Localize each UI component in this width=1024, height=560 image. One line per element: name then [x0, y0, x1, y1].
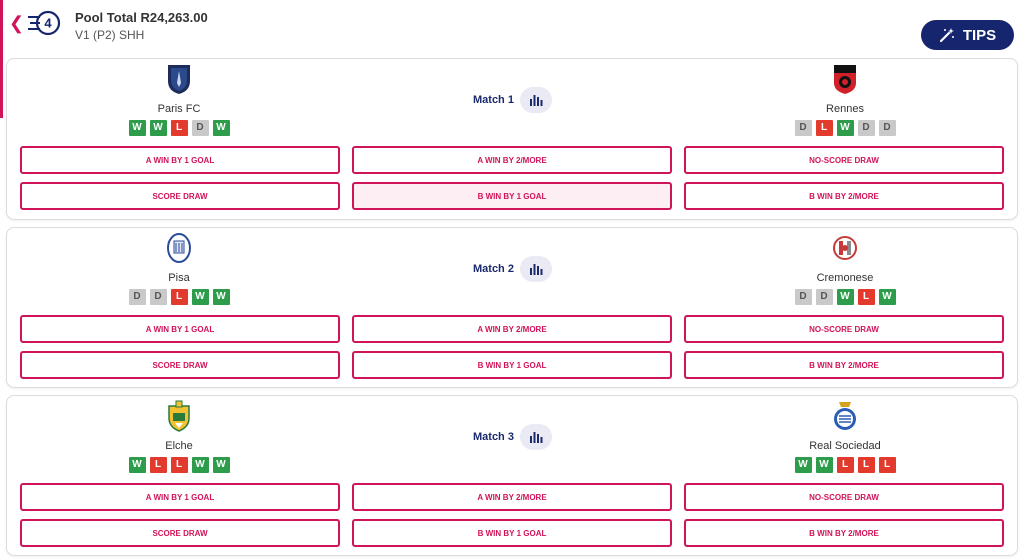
form-result-badge: L	[170, 120, 188, 136]
option-b-win-by-1[interactable]: B WIN BY 1 GOAL	[352, 519, 672, 547]
option-a-win-by-1[interactable]: A WIN BY 1 GOAL	[20, 483, 340, 511]
team-name: Paris FC	[157, 103, 201, 115]
tips-button[interactable]: TIPS	[921, 20, 1014, 50]
team-a: Elche WLLWW	[99, 400, 259, 473]
form-result-badge: D	[191, 120, 209, 136]
option-b-win-by-2-more[interactable]: B WIN BY 2/MORE	[684, 182, 1004, 210]
form-result-badge: W	[836, 289, 854, 305]
form-result-badge: W	[128, 457, 146, 473]
option-score-draw[interactable]: SCORE DRAW	[20, 182, 340, 210]
form-result-badge: W	[212, 457, 230, 473]
team-b: Cremonese DDWLW	[765, 232, 925, 305]
form-result-badge: L	[170, 289, 188, 305]
pisa-crest	[165, 232, 193, 264]
stats-bar-chart-icon	[529, 264, 543, 275]
match-number: Match 1	[473, 94, 514, 106]
option-b-win-by-1[interactable]: B WIN BY 1 GOAL	[352, 351, 672, 379]
option-no-score-draw[interactable]: NO-SCORE DRAW	[684, 315, 1004, 343]
team-form: DDWLW	[765, 289, 925, 305]
tips-label: TIPS	[962, 26, 997, 44]
team-name: Real Sociedad	[809, 440, 881, 452]
real-sociedad-crest	[831, 400, 859, 432]
page: ❮ 4 Pool Total R24,263.00 V1 (P2) SHH TI…	[0, 0, 1024, 560]
form-result-badge: D	[857, 120, 875, 136]
team-name: Elche	[165, 440, 193, 452]
option-score-draw[interactable]: SCORE DRAW	[20, 351, 340, 379]
logo-number: 4	[44, 16, 52, 31]
pool-subtitle: V1 (P2) SHH	[75, 28, 145, 42]
form-result-badge: W	[191, 289, 209, 305]
stats-button[interactable]	[519, 424, 552, 450]
team-form: DDLWW	[99, 289, 259, 305]
option-a-win-by-2-more[interactable]: A WIN BY 2/MORE	[352, 483, 672, 511]
option-b-win-by-1[interactable]: B WIN BY 1 GOAL	[352, 182, 672, 210]
option-a-win-by-2-more[interactable]: A WIN BY 2/MORE	[352, 315, 672, 343]
team-name: Rennes	[826, 103, 864, 115]
form-result-badge: L	[815, 120, 833, 136]
form-result-badge: W	[212, 120, 230, 136]
back-chevron-icon[interactable]: ❮	[9, 14, 24, 32]
stats-bar-chart-icon	[529, 432, 543, 443]
form-result-badge: D	[815, 289, 833, 305]
form-result-badge: L	[857, 289, 875, 305]
team-form: WLLWW	[99, 457, 259, 473]
match-card: Paris FC WWLDW Rennes DLWDD Match 1 A WI…	[6, 58, 1018, 220]
option-b-win-by-2-more[interactable]: B WIN BY 2/MORE	[684, 351, 1004, 379]
elche-crest	[165, 400, 193, 432]
option-score-draw[interactable]: SCORE DRAW	[20, 519, 340, 547]
team-b: Real Sociedad WWLLL	[765, 400, 925, 473]
team-b: Rennes DLWDD	[765, 63, 925, 136]
form-result-badge: L	[878, 457, 896, 473]
team-form: DLWDD	[765, 120, 925, 136]
form-result-badge: D	[794, 289, 812, 305]
option-a-win-by-2-more[interactable]: A WIN BY 2/MORE	[352, 146, 672, 174]
option-b-win-by-2-more[interactable]: B WIN BY 2/MORE	[684, 519, 1004, 547]
stats-button[interactable]	[519, 256, 552, 282]
form-result-badge: W	[128, 120, 146, 136]
pool-total: Pool Total R24,263.00	[75, 10, 208, 25]
form-result-badge: L	[170, 457, 188, 473]
header: ❮ 4 Pool Total R24,263.00 V1 (P2) SHH TI…	[0, 0, 1024, 58]
form-result-badge: W	[212, 289, 230, 305]
team-a: Paris FC WWLDW	[99, 63, 259, 136]
team-name: Pisa	[168, 272, 190, 284]
match-number: Match 3	[473, 431, 514, 443]
cremonese-crest	[831, 232, 859, 264]
form-result-badge: D	[878, 120, 896, 136]
form-result-badge: W	[191, 457, 209, 473]
form-result-badge: W	[878, 289, 896, 305]
stats-button[interactable]	[519, 87, 552, 113]
match-label: Match 3	[473, 424, 552, 450]
option-no-score-draw[interactable]: NO-SCORE DRAW	[684, 146, 1004, 174]
form-result-badge: D	[149, 289, 167, 305]
form-result-badge: W	[836, 120, 854, 136]
team-form: WWLLL	[765, 457, 925, 473]
rennes-crest	[831, 63, 859, 95]
form-result-badge: L	[857, 457, 875, 473]
team-name: Cremonese	[816, 272, 874, 284]
form-result-badge: D	[128, 289, 146, 305]
match-card: Pisa DDLWW Cremonese DDWLW Match 2 A WIN…	[6, 227, 1018, 388]
logo-icon: 4	[28, 10, 61, 36]
match-card: Elche WLLWW Real Sociedad WWLLL Match 3 …	[6, 395, 1018, 556]
form-result-badge: L	[836, 457, 854, 473]
match-number: Match 2	[473, 263, 514, 275]
option-no-score-draw[interactable]: NO-SCORE DRAW	[684, 483, 1004, 511]
team-a: Pisa DDLWW	[99, 232, 259, 305]
paris-fc-crest	[165, 63, 193, 95]
form-result-badge: L	[149, 457, 167, 473]
option-a-win-by-1[interactable]: A WIN BY 1 GOAL	[20, 315, 340, 343]
form-result-badge: W	[815, 457, 833, 473]
stats-bar-chart-icon	[529, 95, 543, 106]
match-label: Match 1	[473, 87, 552, 113]
form-result-badge: W	[794, 457, 812, 473]
team-form: WWLDW	[99, 120, 259, 136]
magic-wand-icon	[939, 28, 954, 43]
match-label: Match 2	[473, 256, 552, 282]
option-a-win-by-1[interactable]: A WIN BY 1 GOAL	[20, 146, 340, 174]
form-result-badge: W	[149, 120, 167, 136]
form-result-badge: D	[794, 120, 812, 136]
